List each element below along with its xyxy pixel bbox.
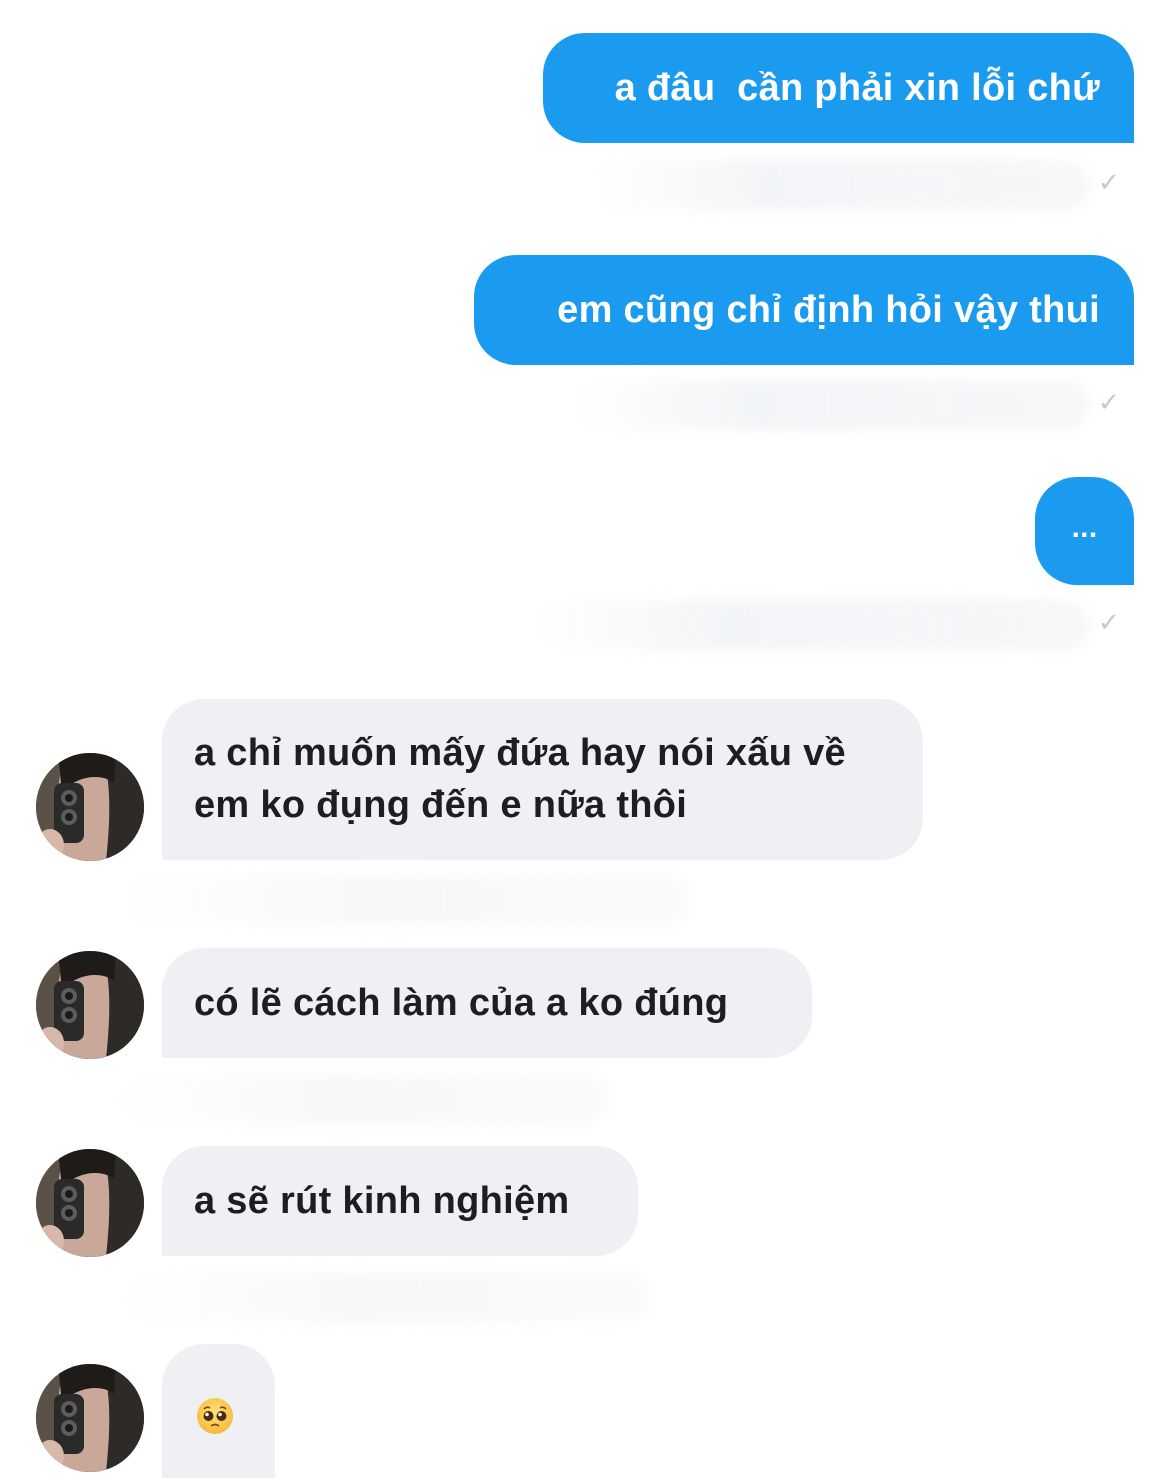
contact-avatar[interactable] — [36, 951, 144, 1059]
received-message-bubble[interactable]: có lẽ cách làm của a ko đúng — [162, 948, 812, 1058]
sent-check-icon: ✓ — [1098, 388, 1120, 418]
sent-check-icon: ✓ — [1098, 168, 1120, 198]
sent-check-icon: ✓ — [1098, 608, 1120, 638]
message-text: a đâu cần phải xin lỗi chứ — [614, 67, 1100, 109]
message-text: có lẽ cách làm của a ko đúng — [194, 982, 729, 1024]
contact-avatar[interactable] — [36, 1364, 144, 1472]
contact-avatar[interactable] — [36, 753, 144, 861]
sent-message-bubble[interactable]: em cũng chỉ định hỏi vậy thui — [474, 255, 1134, 365]
pleading-face-emoji — [196, 1397, 234, 1440]
message-timestamp-blurred — [570, 380, 1090, 430]
message-text: a sẽ rút kinh nghiệm — [194, 1180, 570, 1222]
message-timestamp-blurred — [530, 600, 1090, 650]
message-text: a chỉ muốn mấy đứa hay nói xấu về em ko … — [194, 732, 846, 826]
message-timestamp-blurred — [110, 875, 690, 925]
message-text: ... — [1071, 511, 1098, 544]
message-text: em cũng chỉ định hỏi vậy thui — [557, 289, 1100, 331]
message-timestamp-blurred — [590, 160, 1090, 210]
sent-message-bubble[interactable]: ... — [1035, 477, 1134, 585]
received-message-bubble[interactable]: a sẽ rút kinh nghiệm — [162, 1146, 638, 1256]
message-timestamp-blurred — [110, 1074, 610, 1124]
received-message-bubble[interactable]: a chỉ muốn mấy đứa hay nói xấu về em ko … — [162, 699, 923, 860]
sent-message-bubble[interactable]: a đâu cần phải xin lỗi chứ — [543, 33, 1134, 143]
message-timestamp-blurred — [110, 1272, 650, 1322]
contact-avatar[interactable] — [36, 1149, 144, 1257]
